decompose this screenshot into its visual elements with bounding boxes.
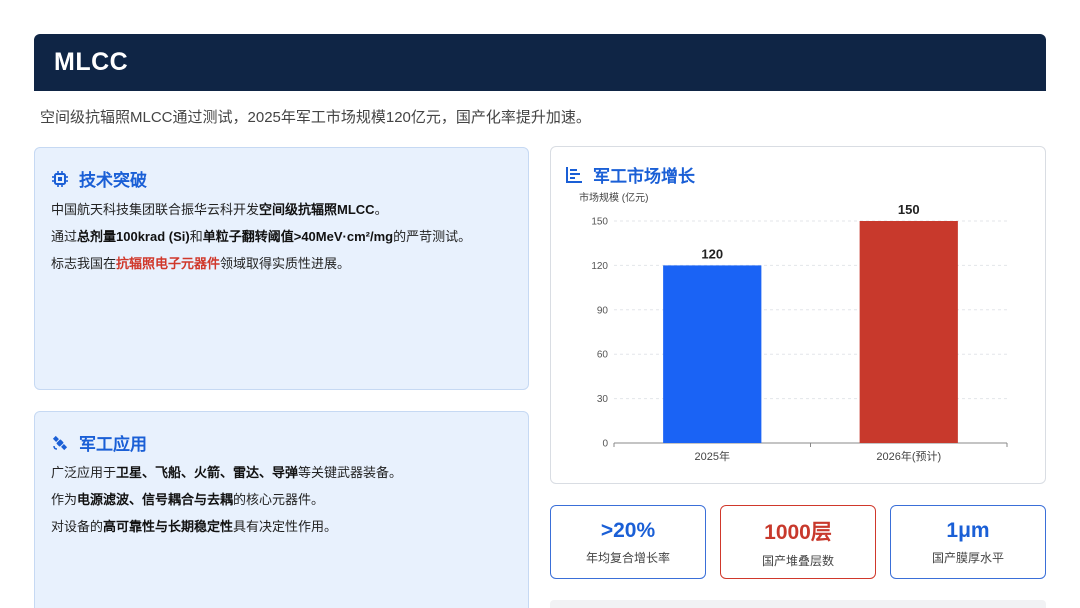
bar-value-label: 120 — [701, 246, 723, 261]
y-tick-label: 150 — [591, 217, 608, 228]
stat-card-thickness: 1μm 国产膜厚水平 — [890, 505, 1046, 579]
tech-card-title-text: 技术突破 — [79, 171, 147, 190]
tech-card-body: 中国航天科技集团联合振华云科开发空间级抗辐照MLCC。 通过总剂量100krad… — [51, 196, 516, 277]
bar — [859, 221, 958, 443]
page-header: MLCC — [34, 34, 1046, 91]
x-tick-label: 2026年(预计) — [876, 449, 941, 463]
page-title: MLCC — [54, 48, 129, 76]
stat-value: 1μm — [946, 518, 990, 542]
mil-line-2: 作为电源滤波、信号耦合与去耦的核心元器件。 — [51, 492, 325, 507]
chip-icon — [52, 170, 68, 187]
stat-value: 1000层 — [764, 520, 832, 544]
bar — [663, 265, 762, 443]
chart-card-title: 军工市场增长 — [565, 162, 695, 187]
tech-line-3: 标志我国在抗辐照电子元器件领域取得实质性进展。 — [51, 256, 351, 271]
mil-line-3: 对设备的高可靠性与长期稳定性具有决定性作用。 — [51, 519, 338, 534]
mil-card-title: 军工应用 — [51, 430, 147, 455]
tech-breakthrough-card: 技术突破 中国航天科技集团联合振华云科开发空间级抗辐照MLCC。 通过总剂量10… — [34, 147, 529, 390]
y-axis-label: 市场规模 (亿元) — [579, 191, 648, 204]
stat-label: 国产膜厚水平 — [931, 550, 1004, 565]
satellite-icon — [52, 435, 68, 450]
tech-line-1: 中国航天科技集团联合振华云科开发空间级抗辐照MLCC。 — [51, 202, 388, 217]
stat-card-cagr: >20% 年均复合增长率 — [550, 505, 706, 579]
y-tick-label: 0 — [602, 439, 608, 450]
market-growth-chart-card: 军工市场增长 市场规模 (亿元) 0 30 60 90 120 150 120 2025年 150… — [550, 146, 1046, 484]
y-tick-label: 60 — [597, 350, 609, 361]
y-tick-label: 30 — [597, 394, 609, 405]
stat-value: >20% — [600, 518, 656, 542]
chart-card-title-text: 军工市场增长 — [593, 167, 695, 186]
x-tick-label: 2025年 — [695, 449, 730, 463]
mil-card-title-text: 军工应用 — [79, 435, 147, 454]
stat-label: 年均复合增长率 — [585, 550, 670, 565]
mil-card-body: 广泛应用于卫星、飞船、火箭、雷达、导弹等关键武器装备。 作为电源滤波、信号耦合与… — [51, 459, 516, 540]
bar-value-label: 150 — [898, 202, 920, 217]
y-tick-label: 120 — [591, 261, 608, 272]
y-tick-label: 90 — [597, 305, 609, 316]
page-subtitle: 空间级抗辐照MLCC通过测试，2025年军工市场规模120亿元，国产化率提升加速… — [40, 109, 591, 126]
military-application-card: 军工应用 广泛应用于卫星、飞船、火箭、雷达、导弹等关键武器装备。 作为电源滤波、… — [34, 411, 529, 608]
mil-line-1: 广泛应用于卫星、飞船、火箭、雷达、导弹等关键武器装备。 — [51, 465, 403, 480]
market-bar-chart: 市场规模 (亿元) 0 30 60 90 120 150 120 2025年 150 2026年(预… — [579, 191, 1008, 463]
bottom-card-edge — [550, 600, 1046, 608]
stat-card-layers: 1000层 国产堆叠层数 — [720, 505, 876, 579]
tech-line-2: 通过总剂量100krad (Si)和单粒子翻转阈值>40MeV·cm²/mg的严… — [51, 229, 472, 244]
tech-card-title: 技术突破 — [51, 166, 147, 191]
bar-chart-icon — [566, 166, 582, 183]
stat-label: 国产堆叠层数 — [761, 553, 834, 568]
